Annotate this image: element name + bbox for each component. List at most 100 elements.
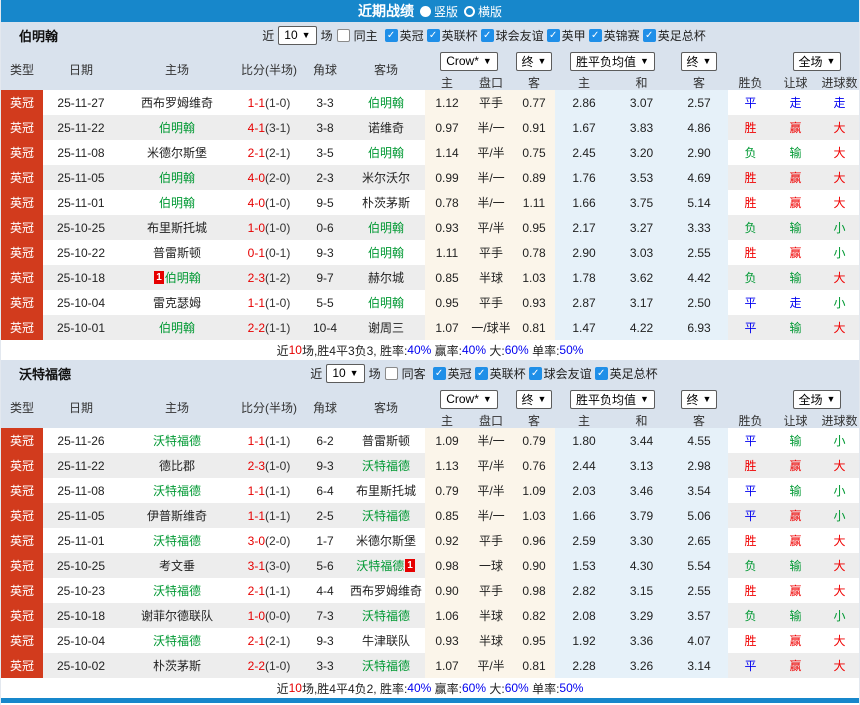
scope-select[interactable]: 全场 ▼ bbox=[792, 389, 842, 409]
odds-away-cell: 1.09 bbox=[513, 478, 555, 503]
match-count-select[interactable]: 10 ▼ bbox=[326, 363, 365, 383]
scope-select[interactable]: 全场 ▼ bbox=[792, 51, 842, 71]
score-cell: 0-1 (0-1) bbox=[235, 240, 303, 265]
odds-home-cell: 0.92 bbox=[425, 528, 469, 553]
sub-col: 盘口 bbox=[478, 75, 503, 90]
away-team-cell: 赫尔城 bbox=[347, 265, 425, 290]
corner-cell: 2-5 bbox=[316, 508, 334, 523]
result-text: 赢 bbox=[789, 459, 802, 473]
chevron-down-icon: ▼ bbox=[482, 394, 492, 404]
league-badge: 英冠 bbox=[1, 165, 43, 190]
odds-home-cell: 0.90 bbox=[425, 578, 469, 603]
league-checkbox[interactable]: ✓ bbox=[432, 366, 446, 380]
home-team-cell: 米德尔斯堡 bbox=[119, 140, 235, 165]
odds-home-cell: 1.13 bbox=[425, 453, 469, 478]
handicap-cell: 半球 bbox=[469, 628, 513, 653]
odds-state-select[interactable]: 终 ▼ bbox=[515, 51, 553, 71]
odds-home-cell: 0.78 bbox=[425, 190, 469, 215]
home-team-cell: 沃特福德 bbox=[119, 528, 235, 553]
odds-company-select[interactable]: Crow* ▼ bbox=[440, 389, 498, 409]
layout-radio-vertical[interactable]: 竖版 bbox=[419, 3, 458, 20]
league-checkbox[interactable]: ✓ bbox=[594, 366, 608, 380]
result-text: 小 bbox=[833, 609, 846, 623]
league-badge: 英冠 bbox=[1, 190, 43, 215]
league-badge: 英冠 bbox=[1, 578, 43, 603]
away-team-cell: 米尔沃尔 bbox=[347, 165, 425, 190]
home-team-cell: 伯明翰 bbox=[119, 165, 235, 190]
corner-cell: 3-3 bbox=[316, 658, 334, 673]
league-checkbox[interactable]: ✓ bbox=[546, 28, 560, 42]
fulltime-score: 1-1 bbox=[247, 295, 265, 310]
result-text: 小 bbox=[833, 221, 846, 235]
away-team-cell: 诺维奇 bbox=[347, 115, 425, 140]
europe-home-odds-cell: 2.44 bbox=[555, 453, 613, 478]
summary-text: 60% bbox=[504, 681, 529, 695]
score-cell: 1-1 (1-0) bbox=[235, 90, 303, 115]
odds-away-cell: 0.95 bbox=[513, 628, 555, 653]
home-team-cell: 1 伯明翰 bbox=[119, 265, 235, 290]
league-checkbox[interactable]: ✓ bbox=[528, 366, 542, 380]
europe-odds-select[interactable]: 胜平负均值 ▼ bbox=[570, 51, 655, 71]
odds-state-select[interactable]: 终 ▼ bbox=[515, 389, 553, 409]
league-badge: 英冠 bbox=[1, 315, 43, 340]
same-venue-checkbox[interactable] bbox=[384, 366, 398, 380]
handicap-cell: 平/半 bbox=[469, 453, 513, 478]
halftime-score: (1-0) bbox=[265, 195, 291, 210]
team-name-text: 诺维奇 bbox=[367, 121, 404, 135]
league-checkbox-label: 球会友谊 bbox=[495, 28, 544, 43]
europe-away-odds-cell: 2.50 bbox=[670, 290, 728, 315]
result-wdl-cell: 负 bbox=[728, 265, 773, 290]
odds-company-select[interactable]: Crow* ▼ bbox=[440, 51, 498, 71]
team-name-text: 米尔沃尔 bbox=[361, 171, 410, 185]
league-checkbox[interactable]: ✓ bbox=[642, 28, 656, 42]
radio-icon[interactable] bbox=[464, 5, 475, 17]
league-checkbox[interactable]: ✓ bbox=[384, 28, 398, 42]
halftime-score: (1-0) bbox=[265, 295, 291, 310]
odds-away-cell: 0.81 bbox=[513, 653, 555, 678]
europe-away-odds-cell: 5.14 bbox=[670, 190, 728, 215]
result-text: 胜 bbox=[744, 459, 757, 473]
result-text: 负 bbox=[744, 609, 757, 623]
corner-cell: 2-3 bbox=[316, 170, 334, 185]
team-name-text: 谢菲尔德联队 bbox=[140, 609, 213, 623]
europe-state-select[interactable]: 终 ▼ bbox=[680, 51, 718, 71]
away-team-cell: 伯明翰 bbox=[347, 90, 425, 115]
europe-state-select[interactable]: 终 ▼ bbox=[680, 389, 718, 409]
team-name-text: 伯明翰 bbox=[158, 321, 195, 335]
team-name-text: 牛津联队 bbox=[361, 634, 410, 648]
corner-cell: 9-7 bbox=[316, 270, 334, 285]
result-text: 大 bbox=[833, 459, 846, 473]
league-checkbox[interactable]: ✓ bbox=[588, 28, 602, 42]
handicap-cell: 半/一 bbox=[469, 115, 513, 140]
league-badge: 英冠 bbox=[1, 215, 43, 240]
summary-text: 60% bbox=[504, 343, 529, 357]
home-team-cell: 沃特福德 bbox=[119, 478, 235, 503]
score-cell: 3-1 (3-0) bbox=[235, 553, 303, 578]
score-cell: 1-0 (1-0) bbox=[235, 215, 303, 240]
team-name-text: 普雷斯顿 bbox=[152, 246, 201, 260]
result-handicap-cell: 赢 bbox=[773, 453, 818, 478]
halftime-score: (2-0) bbox=[265, 170, 291, 185]
result-wdl-cell: 负 bbox=[728, 603, 773, 628]
radio-icon[interactable] bbox=[419, 5, 431, 17]
home-team-cell: 西布罗姆维奇 bbox=[119, 90, 235, 115]
table-row: 英冠 25-10-23 沃特福德 2-1 (1-1) 4-4 西布罗姆维奇 0.90 平手 0.9… bbox=[1, 578, 859, 603]
league-checkbox[interactable]: ✓ bbox=[474, 366, 488, 380]
europe-state-value: 终 bbox=[686, 392, 699, 407]
layout-radio-horizontal[interactable]: 横版 bbox=[464, 3, 502, 20]
result-handicap-cell: 输 bbox=[773, 603, 818, 628]
odds-away-cell: 0.89 bbox=[513, 165, 555, 190]
league-checkbox[interactable]: ✓ bbox=[426, 28, 440, 42]
europe-odds-value: 胜平负均值 bbox=[576, 54, 637, 69]
handicap-cell: 半/一 bbox=[469, 190, 513, 215]
league-checkbox[interactable]: ✓ bbox=[480, 28, 494, 42]
sub-col: 主 bbox=[577, 413, 590, 428]
match-count-select[interactable]: 10 ▼ bbox=[278, 25, 317, 45]
result-text: 平 bbox=[744, 321, 757, 335]
europe-odds-select[interactable]: 胜平负均值 ▼ bbox=[570, 389, 655, 409]
same-venue-checkbox[interactable] bbox=[336, 28, 350, 42]
table-row: 英冠 25-11-01 伯明翰 4-0 (1-0) 9-5 朴茨茅斯 0.78 半/一 1.11 1… bbox=[1, 190, 859, 215]
europe-home-odds-cell: 1.80 bbox=[555, 428, 613, 453]
result-text: 赢 bbox=[789, 246, 802, 260]
odds-away-cell: 0.95 bbox=[513, 215, 555, 240]
